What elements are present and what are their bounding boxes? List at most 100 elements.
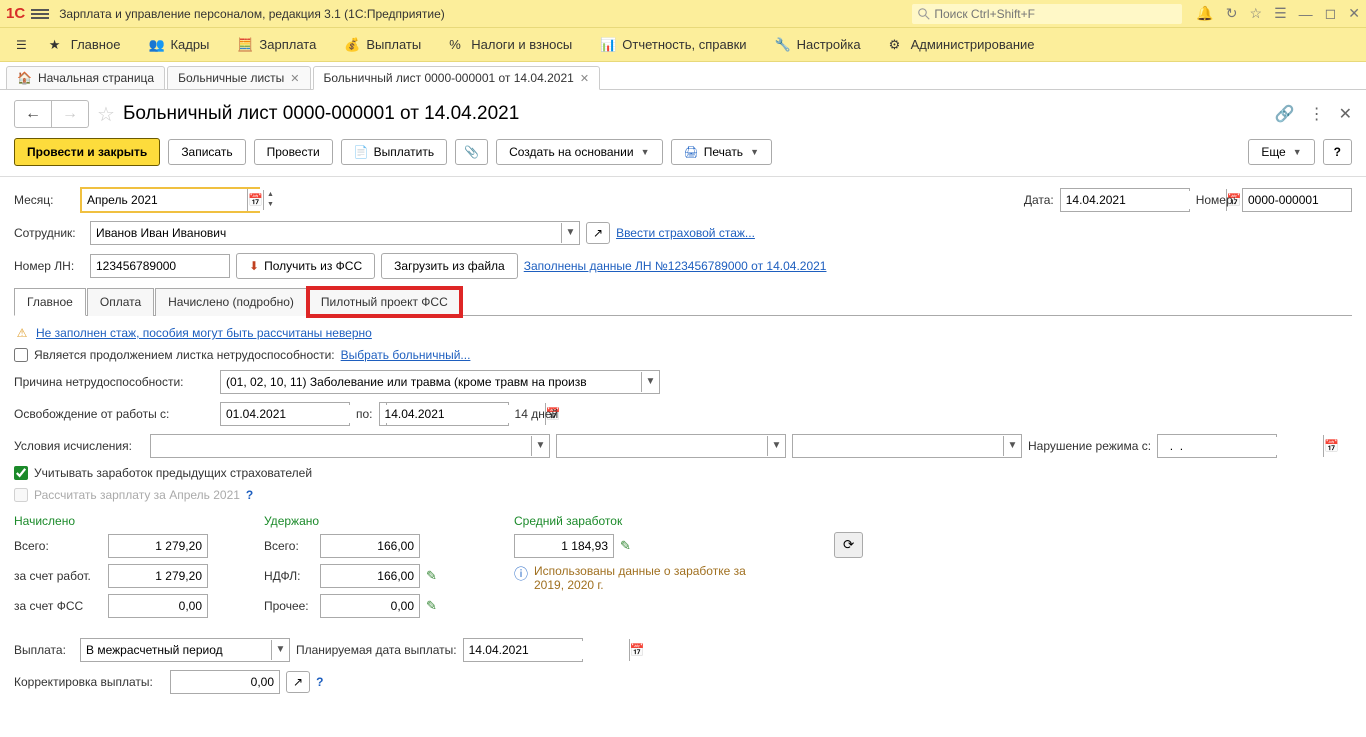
nav-arrows: ← → <box>14 100 89 128</box>
violation-date-input[interactable]: 📅 <box>1157 434 1277 458</box>
post-close-button[interactable]: Провести и закрыть <box>14 138 160 166</box>
favorite-button[interactable]: ☆ <box>97 102 115 127</box>
edit-icon[interactable]: ✎ <box>620 538 631 554</box>
calendar-icon[interactable]: 📅 <box>629 639 645 661</box>
search-input[interactable] <box>934 7 1176 21</box>
help-icon[interactable]: ? <box>246 488 253 502</box>
global-search[interactable] <box>912 4 1182 24</box>
chevron-down-icon[interactable]: ▼ <box>561 223 579 243</box>
tab-sick-list[interactable]: Больничные листы✕ <box>167 66 310 89</box>
subtab-main[interactable]: Главное <box>14 288 86 316</box>
close-doc-icon[interactable]: ✕ <box>1339 104 1352 124</box>
plan-date-label: Планируемая дата выплаты: <box>296 643 457 657</box>
history-icon[interactable]: ↻ <box>1226 5 1238 22</box>
bell-icon[interactable]: 🔔 <box>1196 5 1213 22</box>
menu-nalogi[interactable]: %Налоги и взносы <box>437 33 584 57</box>
employee-input[interactable]: ▼ <box>90 221 580 245</box>
app-title: Зарплата и управление персоналом, редакц… <box>59 7 912 21</box>
choose-ln-link[interactable]: Выбрать больничный... <box>341 348 471 362</box>
subtab-payment[interactable]: Оплата <box>87 288 154 316</box>
conditions-label: Условия исчисления: <box>14 439 144 453</box>
forward-button[interactable]: → <box>52 101 88 127</box>
chevron-down-icon[interactable]: ▼ <box>271 640 289 660</box>
more-button[interactable]: Еще▼ <box>1248 139 1314 165</box>
chevron-down-icon[interactable]: ▼ <box>531 436 549 456</box>
subtab-accrued[interactable]: Начислено (подробно) <box>155 288 307 316</box>
tab-start-page[interactable]: 🏠Начальная страница <box>6 66 165 89</box>
subtab-pilot-fss[interactable]: Пилотный проект ФСС <box>308 288 461 316</box>
month-input[interactable]: 📅 ▲▼ <box>80 187 260 213</box>
continuation-checkbox[interactable] <box>14 348 28 362</box>
pay-button[interactable]: 📄Выплатить <box>341 139 447 165</box>
korr-open-button[interactable]: ↗ <box>286 671 310 693</box>
link-icon[interactable]: 🔗 <box>1275 104 1295 124</box>
calendar-icon[interactable]: 📅 <box>247 189 263 211</box>
menu-vyplaty[interactable]: 💰Выплаты <box>332 33 433 57</box>
date-input[interactable]: 📅 <box>1060 188 1190 212</box>
menu-zarplata[interactable]: 🧮Зарплата <box>225 33 328 57</box>
maximize-icon[interactable]: ◻ <box>1325 5 1337 22</box>
help-button[interactable]: ? <box>1323 139 1352 165</box>
star-icon[interactable]: ☆ <box>1250 5 1263 22</box>
accrued-total-input[interactable] <box>108 534 208 558</box>
condition2-input[interactable]: ▼ <box>556 434 786 458</box>
menu-otchet[interactable]: 📊Отчетность, справки <box>588 33 758 57</box>
close-icon[interactable]: ✕ <box>1348 5 1360 22</box>
chevron-down-icon[interactable]: ▼ <box>641 372 659 392</box>
form-body: Месяц: 📅 ▲▼ Дата: 📅 Номер: Сотрудник: ▼ … <box>0 177 1366 737</box>
stazh-link[interactable]: Ввести страховой стаж... <box>616 226 755 240</box>
more-icon[interactable]: ⋮ <box>1309 104 1325 124</box>
ndfl-input[interactable] <box>320 564 420 588</box>
menu-nastroika[interactable]: 🔧Настройка <box>763 33 873 57</box>
open-employee-button[interactable]: ↗ <box>586 222 610 244</box>
save-button[interactable]: Записать <box>168 139 245 165</box>
refresh-icon: ⟳ <box>843 537 854 552</box>
payout-input[interactable]: ▼ <box>80 638 290 662</box>
condition1-input[interactable]: ▼ <box>150 434 550 458</box>
reason-input[interactable]: ▼ <box>220 370 660 394</box>
plan-date-input[interactable]: 📅 <box>463 638 583 662</box>
print-button[interactable]: 🖨Печать▼ <box>671 139 772 165</box>
off-to-input[interactable]: 📅 <box>379 402 509 426</box>
condition3-input[interactable]: ▼ <box>792 434 1022 458</box>
back-button[interactable]: ← <box>15 101 52 127</box>
chevron-down-icon[interactable]: ▼ <box>767 436 785 456</box>
number-input[interactable] <box>1242 188 1352 212</box>
menu-kadry[interactable]: 👥Кадры <box>136 33 221 57</box>
other-input[interactable] <box>320 594 420 618</box>
recalc-label: Рассчитать зарплату за Апрель 2021 <box>34 488 240 502</box>
avg-input[interactable] <box>514 534 614 558</box>
korr-input[interactable] <box>170 670 280 694</box>
ln-input[interactable] <box>90 254 230 278</box>
menu-toggle-icon[interactable]: ☰ <box>10 34 33 56</box>
post-button[interactable]: Провести <box>254 139 333 165</box>
load-file-button[interactable]: Загрузить из файла <box>381 253 518 279</box>
filter-icon[interactable]: ☰ <box>1274 5 1287 22</box>
close-icon[interactable]: ✕ <box>290 72 299 85</box>
tab-sick-doc[interactable]: Больничный лист 0000-000001 от 14.04.202… <box>313 66 601 90</box>
consider-earnings-checkbox[interactable] <box>14 466 28 480</box>
attach-button[interactable]: 📎 <box>455 139 488 165</box>
fss-input[interactable] <box>108 594 208 618</box>
create-based-button[interactable]: Создать на основании▼ <box>496 139 662 165</box>
spin-up-icon[interactable]: ▲ <box>264 190 277 200</box>
ln-data-link[interactable]: Заполнены данные ЛН №123456789000 от 14.… <box>524 259 827 273</box>
menu-home[interactable]: ★Главное <box>37 33 133 57</box>
spin-down-icon[interactable]: ▼ <box>264 200 277 210</box>
edit-icon[interactable]: ✎ <box>426 568 437 584</box>
help-icon[interactable]: ? <box>316 675 323 689</box>
edit-icon[interactable]: ✎ <box>426 598 437 614</box>
hamburger-icon[interactable] <box>31 7 49 21</box>
minimize-icon[interactable]: — <box>1299 6 1313 22</box>
withheld-total-input[interactable] <box>320 534 420 558</box>
calendar-icon[interactable]: 📅 <box>1323 435 1339 457</box>
get-fss-button[interactable]: ⬇Получить из ФСС <box>236 253 375 279</box>
download-icon: ⬇ <box>249 259 259 273</box>
close-icon[interactable]: ✕ <box>580 72 589 85</box>
chevron-down-icon[interactable]: ▼ <box>1003 436 1021 456</box>
stazh-warning-link[interactable]: Не заполнен стаж, пособия могут быть рас… <box>36 326 372 340</box>
menu-admin[interactable]: ⚙Администрирование <box>877 33 1047 57</box>
employer-input[interactable] <box>108 564 208 588</box>
off-from-input[interactable]: 📅 <box>220 402 350 426</box>
refresh-button[interactable]: ⟳ <box>834 532 863 558</box>
